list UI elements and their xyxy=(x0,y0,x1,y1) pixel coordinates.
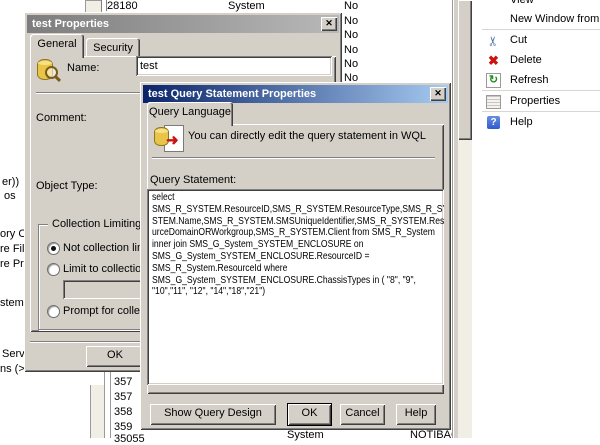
menu-item-properties[interactable]: Properties xyxy=(472,92,600,111)
bg-cell-id: 359 xyxy=(114,421,132,433)
properties-icon xyxy=(486,94,501,109)
bg-cell-client: No xyxy=(344,15,358,27)
bg-cell-client: No xyxy=(344,44,358,56)
bg-cell-id: 358 xyxy=(114,406,132,418)
screen: { "background": { "top_row": { "id": "28… xyxy=(0,0,600,438)
radio-limit-to-collection[interactable] xyxy=(47,263,60,276)
help-icon: ? xyxy=(486,115,501,130)
menu-separator xyxy=(482,29,600,30)
vertical-scrollbar[interactable] xyxy=(458,0,472,438)
scrollbar-thumb[interactable] xyxy=(458,0,472,140)
ok-button[interactable]: OK xyxy=(86,346,144,367)
menu-item-new-window-from-here[interactable]: New Window from Here xyxy=(472,10,600,29)
menu-item-label: View xyxy=(510,0,534,6)
cancel-button[interactable]: Cancel xyxy=(340,404,385,425)
cut-icon: ✂ xyxy=(486,33,501,48)
object-type-label: Object Type: xyxy=(36,180,98,192)
ok-button[interactable]: OK xyxy=(288,404,331,425)
menu-item-delete[interactable]: ✖ Delete xyxy=(472,51,600,70)
delete-icon: ✖ xyxy=(486,53,501,68)
bg-cell-client: No xyxy=(344,58,358,70)
wql-info-text: You can directly edit the query statemen… xyxy=(188,130,426,142)
column-divider xyxy=(104,372,111,438)
menu-item-label: Refresh xyxy=(510,74,549,86)
divider xyxy=(152,157,435,159)
edit-query-icon: ➜ xyxy=(154,124,186,154)
menu-item-refresh[interactable]: ↻ Refresh xyxy=(472,71,600,90)
help-button[interactable]: Help xyxy=(396,404,436,425)
bg-cell-id: 35055 xyxy=(114,433,145,445)
radio-not-collection-limited-label: Not collection limit xyxy=(63,242,152,254)
query-object-icon xyxy=(36,58,62,84)
query-statement-label: Query Statement: xyxy=(150,174,236,186)
radio-prompt-for-collection[interactable] xyxy=(47,305,60,318)
name-label: Name: xyxy=(67,62,99,74)
menu-item-cut[interactable]: ✂ Cut xyxy=(472,31,600,50)
query-statement-dialog: test Query Statement Properties ✕ Query … xyxy=(140,82,451,430)
query-statement-textarea[interactable]: select SMS_R_SYSTEM.ResourceID,SMS_R_SYS… xyxy=(147,189,444,385)
refresh-icon: ↻ xyxy=(486,73,501,88)
comment-label: Comment: xyxy=(36,112,87,124)
bg-tree-fragment: ory C xyxy=(0,228,26,240)
bg-tree-fragment: ns (> xyxy=(0,363,25,375)
menu-item-label: Delete xyxy=(510,54,542,66)
menu-separator xyxy=(482,90,600,91)
menu-separator xyxy=(482,111,600,112)
bg-row-type: System xyxy=(228,0,265,12)
bg-cell-id: 357 xyxy=(114,376,132,388)
bg-tree-fragment: er)) xyxy=(2,176,19,188)
menu-item-label: Cut xyxy=(510,34,527,46)
query-statement-text: select SMS_R_SYSTEM.ResourceID,SMS_R_SYS… xyxy=(152,192,444,298)
query-dialog-content: ➜ You can directly edit the query statem… xyxy=(140,82,451,430)
menu-item-label: Help xyxy=(510,116,533,128)
name-input[interactable]: test xyxy=(136,56,332,76)
bg-tree-fragment: os xyxy=(4,190,16,202)
bg-bottomrow-type: System xyxy=(287,429,324,441)
collection-limiting-label: Collection Limiting xyxy=(48,218,145,230)
show-query-design-button[interactable]: Show Query Design xyxy=(150,404,276,425)
bg-cell-id: 357 xyxy=(114,391,132,403)
radio-limit-to-collection-label: Limit to collection: xyxy=(63,263,150,275)
bg-cell-client: No xyxy=(344,29,358,41)
bg-cell-client: No xyxy=(344,0,358,12)
bg-row-resource-id: 28180 xyxy=(107,0,138,12)
radio-prompt-for-collection-label: Prompt for collecti xyxy=(63,305,151,317)
background-scrollbar-bottom[interactable] xyxy=(90,385,105,438)
context-menu: View New Window from Here ✂ Cut ✖ Delete… xyxy=(472,0,600,438)
menu-item-label: Properties xyxy=(510,95,560,107)
radio-not-collection-limited[interactable] xyxy=(47,242,60,255)
menu-item-view[interactable]: View xyxy=(472,0,600,10)
menu-item-help[interactable]: ? Help xyxy=(472,113,600,132)
menu-item-label: New Window from Here xyxy=(510,13,600,25)
